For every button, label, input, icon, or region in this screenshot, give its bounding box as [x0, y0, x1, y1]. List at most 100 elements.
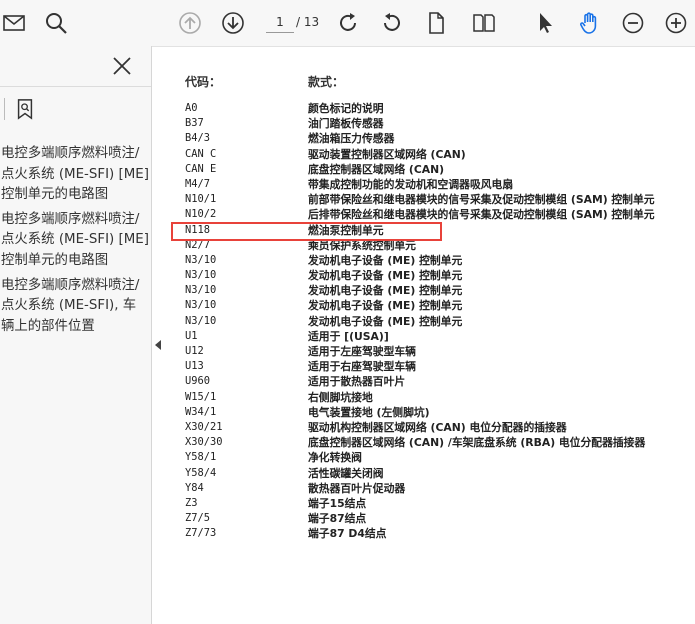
sidebar-divider — [0, 86, 151, 87]
page-down-icon[interactable] — [219, 9, 247, 37]
component-code: M4/7 — [185, 177, 211, 190]
two-page-icon[interactable] — [470, 9, 498, 37]
component-code: Z7/5 — [185, 512, 211, 525]
component-code: W15/1 — [185, 390, 217, 403]
table-row: N3/10 发动机电子设备 (ME) 控制单元 — [185, 298, 695, 313]
table-row: N10/2 后排带保险丝和继电器模块的信号采集及促动控制模组 (SAM) 控制单元 — [185, 207, 695, 222]
component-code: N3/10 — [185, 314, 217, 327]
component-code: Z3 — [185, 496, 198, 509]
table-row: X30/21 驱动机构控制器区域网络 (CAN) 电位分配器的插接器 — [185, 420, 695, 435]
zoom-in-icon[interactable] — [662, 9, 690, 37]
bookmark-item[interactable]: 电控多端顺序燃料喷注/点火系统 (ME-SFI), 车辆上的部件位置 — [1, 276, 149, 338]
table-row: M4/7 带集成控制功能的发动机和空调器吸风电扇 — [185, 177, 695, 192]
component-description: 驱动机构控制器区域网络 (CAN) 电位分配器的插接器 — [308, 420, 567, 434]
component-description: 底盘控制器区域网络 (CAN) — [308, 162, 445, 176]
table-row: CAN C 驱动装置控制器区域网络 (CAN) — [185, 147, 695, 162]
page-number-input[interactable]: 1 — [266, 12, 294, 33]
table-row: N3/10 发动机电子设备 (ME) 控制单元 — [185, 268, 695, 283]
table-row: Z7/5 端子87结点 — [185, 511, 695, 526]
component-code: CAN E — [185, 162, 217, 175]
component-description: 发动机电子设备 (ME) 控制单元 — [308, 299, 463, 313]
component-description: 发动机电子设备 (ME) 控制单元 — [308, 269, 463, 283]
component-description: 右侧脚坑接地 — [308, 390, 373, 404]
component-description: 适用于 [(USA)] — [308, 329, 389, 343]
component-code: X30/21 — [185, 420, 223, 433]
table-row: U13 适用于右座驾驶型车辆 — [185, 359, 695, 374]
table-row: U960 适用于散热器百叶片 — [185, 374, 695, 389]
clipped-text-fragment — [185, 46, 565, 52]
component-description: 带集成控制功能的发动机和空调器吸风电扇 — [308, 177, 514, 191]
document-page: 代码： 款式： A0 颜色标记的说明 B37 油门踏板传感器 B4/3 燃油箱压力传感器 C… — [165, 46, 695, 624]
page-up-icon[interactable] — [176, 9, 204, 37]
component-code: N3/10 — [185, 284, 217, 297]
sidebar-divider-vertical — [4, 98, 5, 120]
component-code: B4/3 — [185, 132, 211, 145]
component-description: 驱动装置控制器区域网络 (CAN) — [308, 147, 466, 161]
component-code: U1 — [185, 329, 198, 342]
component-code: N10/2 — [185, 208, 217, 221]
component-description: 适用于散热器百叶片 — [308, 375, 406, 389]
component-code: U13 — [185, 360, 204, 373]
search-icon[interactable] — [42, 9, 70, 37]
rotate-counterclockwise-icon[interactable] — [378, 9, 406, 37]
page-total: / 13 — [296, 15, 320, 29]
table-row: Z7/73 端子87 D4结点 — [185, 526, 695, 541]
bookmark-item[interactable]: 电控多端顺序燃料喷注/点火系统 (ME-SFI) [ME] 控制单元的电路图 — [1, 144, 149, 206]
component-code: N10/1 — [185, 193, 217, 206]
select-cursor-icon[interactable] — [532, 9, 560, 37]
close-sidebar-icon[interactable] — [110, 54, 134, 78]
table-row: Y58/4 活性碳罐关闭阀 — [185, 466, 695, 481]
collapse-sidebar-arrow-icon[interactable] — [155, 340, 161, 350]
mail-icon[interactable] — [0, 9, 28, 37]
table-row: B37 油门踏板传感器 — [185, 116, 695, 131]
legend-table: A0 颜色标记的说明 B37 油门踏板传感器 B4/3 燃油箱压力传感器 CAN C 驱动装置… — [185, 101, 695, 541]
component-code: Y58/4 — [185, 466, 217, 479]
component-code: Z7/73 — [185, 527, 217, 540]
column-header-description: 款式： — [308, 75, 345, 89]
component-description: 端子87结点 — [308, 512, 367, 526]
component-description: 电气装置接地 (左侧脚坑) — [308, 405, 430, 419]
hand-tool-icon[interactable] — [575, 9, 603, 37]
component-code: N3/10 — [185, 253, 217, 266]
component-description: 发动机电子设备 (ME) 控制单元 — [308, 314, 463, 328]
table-row: W15/1 右侧脚坑接地 — [185, 390, 695, 405]
component-description: 油门踏板传感器 — [308, 117, 384, 131]
component-description: 颜色标记的说明 — [308, 102, 384, 115]
component-code: W34/1 — [185, 405, 217, 418]
component-code: N3/10 — [185, 299, 217, 312]
rotate-clockwise-icon[interactable] — [334, 9, 362, 37]
table-row: A0 颜色标记的说明 — [185, 101, 695, 116]
table-row: X30/30 底盘控制器区域网络 (CAN) /车架底盘系统 (RBA) 电位分配… — [185, 435, 695, 450]
table-row: CAN E 底盘控制器区域网络 (CAN) — [185, 162, 695, 177]
component-description: 活性碳罐关闭阀 — [308, 466, 384, 480]
component-code: Y84 — [185, 481, 204, 494]
component-code: B37 — [185, 117, 204, 130]
component-description: 适用于右座驾驶型车辆 — [308, 360, 416, 374]
component-code: Y58/1 — [185, 451, 217, 464]
table-row: W34/1 电气装置接地 (左侧脚坑) — [185, 405, 695, 420]
bookmark-list: 电控多端顺序燃料喷注/点火系统 (ME-SFI) [ME] 控制单元的电路图 电… — [1, 144, 149, 341]
toolbar: 1 / 13 — [0, 0, 695, 47]
component-description: 适用于左座驾驶型车辆 — [308, 345, 416, 358]
bookmark-search-icon[interactable] — [12, 96, 38, 122]
component-code: N3/10 — [185, 269, 217, 282]
table-row: N3/10 发动机电子设备 (ME) 控制单元 — [185, 314, 695, 329]
single-page-icon[interactable] — [422, 9, 450, 37]
table-row: Y58/1 净化转换阀 — [185, 450, 695, 465]
column-header-code: 代码： — [185, 75, 222, 89]
table-row: N10/1 前部带保险丝和继电器模块的信号采集及促动控制模组 (SAM) 控制单元 — [185, 192, 695, 207]
bookmark-item[interactable]: 电控多端顺序燃料喷注/点火系统 (ME-SFI) [ME] 控制单元的电路图 — [1, 210, 149, 272]
component-description: 后排带保险丝和继电器模块的信号采集及促动控制模组 (SAM) 控制单元 — [308, 208, 655, 222]
component-description: 前部带保险丝和继电器模块的信号采集及促动控制模组 (SAM) 控制单元 — [308, 193, 655, 207]
table-row: N3/10 发动机电子设备 (ME) 控制单元 — [185, 253, 695, 268]
component-description: 净化转换阀 — [308, 451, 362, 465]
component-description: 发动机电子设备 (ME) 控制单元 — [308, 253, 463, 267]
component-description: 端子15结点 — [308, 496, 367, 510]
component-code: A0 — [185, 102, 198, 114]
highlight-box — [171, 222, 442, 241]
table-row: B4/3 燃油箱压力传感器 — [185, 131, 695, 146]
component-description: 发动机电子设备 (ME) 控制单元 — [308, 284, 463, 298]
table-row: N3/10 发动机电子设备 (ME) 控制单元 — [185, 283, 695, 298]
component-description: 底盘控制器区域网络 (CAN) /车架底盘系统 (RBA) 电位分配器插接器 — [308, 436, 646, 450]
zoom-out-icon[interactable] — [619, 9, 647, 37]
